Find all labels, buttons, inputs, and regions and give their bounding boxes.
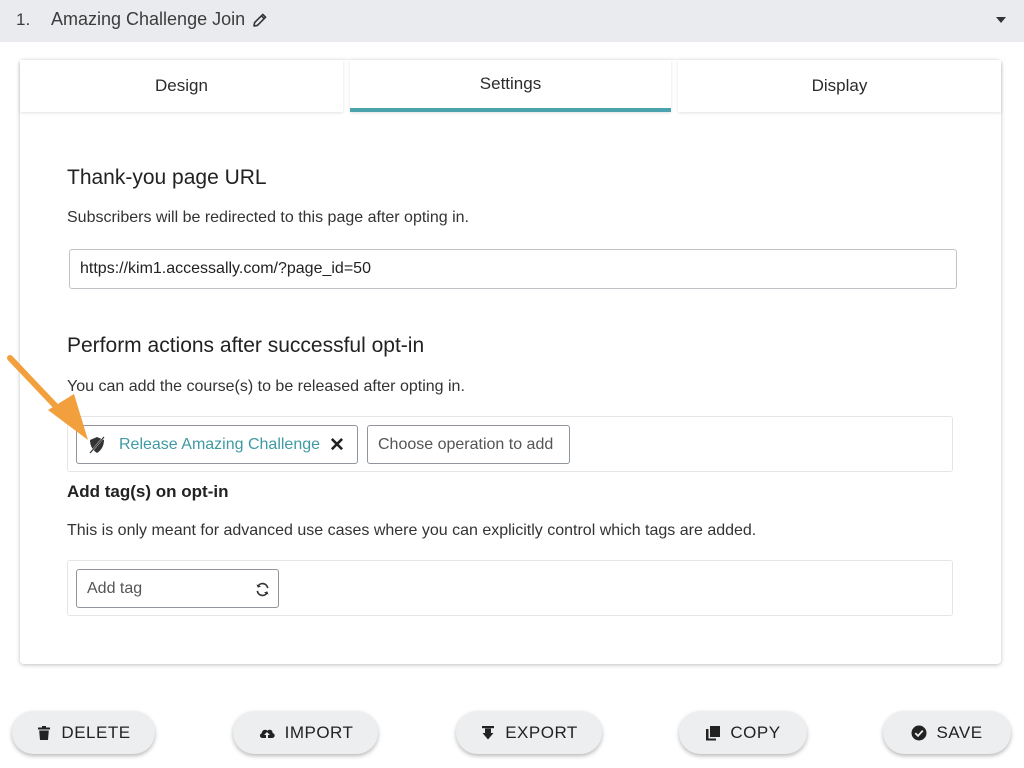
caret-down-icon[interactable] [995, 14, 1007, 26]
section-header[interactable]: 1. Amazing Challenge Join [0, 0, 1024, 42]
add-tag-placeholder: Add tag [87, 580, 143, 597]
delete-button[interactable]: DELETE [12, 711, 155, 754]
import-label: IMPORT [284, 722, 354, 742]
save-button[interactable]: SAVE [883, 711, 1011, 754]
delete-label: DELETE [61, 722, 131, 742]
refresh-icon[interactable] [255, 582, 270, 597]
thank-you-heading: Thank-you page URL [67, 166, 267, 189]
close-icon[interactable]: ✕ [329, 434, 345, 457]
tags-heading: Add tag(s) on opt-in [67, 482, 229, 501]
copy-button[interactable]: COPY [679, 711, 807, 754]
import-button[interactable]: IMPORT [233, 711, 378, 754]
operation-select[interactable]: Choose operation to add [367, 425, 570, 464]
tab-display[interactable]: Display [678, 60, 1001, 112]
settings-panel: Design Settings Display Thank-you page U… [20, 60, 1001, 664]
actions-heading: Perform actions after successful opt-in [67, 334, 425, 357]
section-title: Amazing Challenge Join [51, 9, 268, 30]
copy-icon [706, 725, 721, 740]
save-label: SAVE [936, 722, 983, 742]
tab-bar: Design Settings Display [20, 60, 1001, 112]
section-title-text: Amazing Challenge Join [51, 9, 246, 29]
pencil-icon[interactable] [252, 12, 268, 28]
check-circle-icon [911, 725, 927, 740]
trash-icon [38, 725, 51, 740]
thank-you-url-input[interactable] [69, 249, 957, 289]
tab-settings[interactable]: Settings [350, 60, 671, 112]
action-chip[interactable]: Release Amazing Challenge ✕ [76, 425, 358, 464]
cloud-upload-icon [259, 729, 275, 738]
action-chip-label: Release Amazing Challenge [119, 436, 321, 453]
copy-label: COPY [730, 722, 781, 742]
thank-you-description: Subscribers will be redirected to this p… [67, 209, 469, 226]
actions-description: You can add the course(s) to be released… [67, 378, 465, 395]
section-number: 1. [16, 10, 31, 29]
tab-design[interactable]: Design [20, 60, 343, 112]
export-label: EXPORT [505, 722, 578, 742]
tags-description: This is only meant for advanced use case… [67, 522, 757, 539]
add-tag-input[interactable]: Add tag [76, 569, 279, 608]
export-button[interactable]: EXPORT [456, 711, 602, 754]
export-icon [482, 725, 495, 739]
annotation-arrow-icon [7, 355, 88, 440]
